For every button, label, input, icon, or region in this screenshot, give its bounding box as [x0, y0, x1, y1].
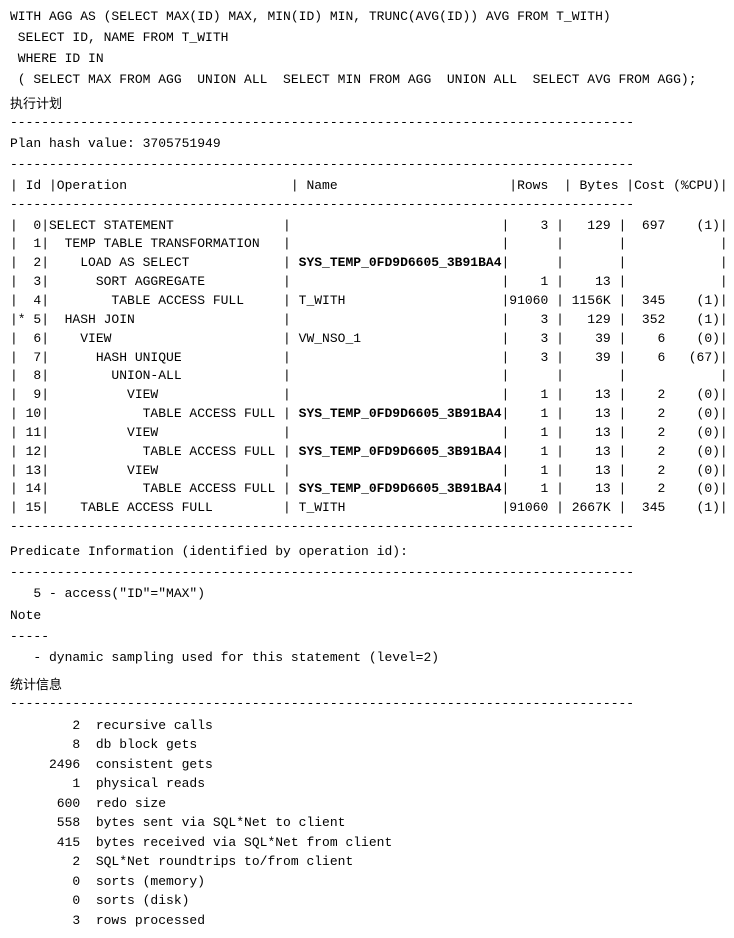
table-row: | 7| HASH UNIQUE | | 3 | 39 | 6 (67)|: [10, 349, 724, 368]
stats-block: 2 recursive calls 8 db block gets 2496 c…: [10, 716, 724, 931]
stat-item: 2496 consistent gets: [10, 755, 724, 775]
divider-top: ----------------------------------------…: [10, 114, 724, 133]
table-row: | 10| TABLE ACCESS FULL | SYS_TEMP_0FD9D…: [10, 405, 724, 424]
stat-item: 0 sorts (disk): [10, 891, 724, 911]
divider-1: ----------------------------------------…: [10, 156, 724, 175]
note-dashes: -----: [10, 628, 724, 647]
sql-line4: ( SELECT MAX FROM AGG UNION ALL SELECT M…: [10, 71, 724, 90]
sql-line3: WHERE ID IN: [10, 50, 724, 69]
note-title: Note: [10, 607, 724, 626]
table-row: | 15| TABLE ACCESS FULL | T_WITH |91060 …: [10, 499, 724, 518]
table-header: | Id |Operation | Name |Rows | Bytes |Co…: [10, 177, 724, 196]
stat-item: 8 db block gets: [10, 735, 724, 755]
sql-line2: SELECT ID, NAME FROM T_WITH: [10, 29, 724, 48]
table-row: | 12| TABLE ACCESS FULL | SYS_TEMP_0FD9D…: [10, 443, 724, 462]
table-row: | 9| VIEW | | 1 | 13 | 2 (0)|: [10, 386, 724, 405]
table-row: | 2| LOAD AS SELECT | SYS_TEMP_0FD9D6605…: [10, 254, 724, 273]
table-row: | 14| TABLE ACCESS FULL | SYS_TEMP_0FD9D…: [10, 480, 724, 499]
table-row: | 1| TEMP TABLE TRANSFORMATION | | | | |: [10, 235, 724, 254]
table-row: | 4| TABLE ACCESS FULL | T_WITH |91060 |…: [10, 292, 724, 311]
execution-plan-title: 执行计划: [10, 93, 724, 112]
stat-item: 2 SQL*Net roundtrips to/from client: [10, 852, 724, 872]
stat-item: 3 rows processed: [10, 911, 724, 931]
stats-title: 统计信息: [10, 674, 724, 693]
divider-2: ----------------------------------------…: [10, 196, 724, 215]
sql-line1: WITH AGG AS (SELECT MAX(ID) MAX, MIN(ID)…: [10, 8, 724, 27]
table-row: | 13| VIEW | | 1 | 13 | 2 (0)|: [10, 462, 724, 481]
plan-table-body: | 0|SELECT STATEMENT | | 3 | 129 | 697 (…: [10, 217, 724, 519]
stat-item: 558 bytes sent via SQL*Net to client: [10, 813, 724, 833]
table-row: | 11| VIEW | | 1 | 13 | 2 (0)|: [10, 424, 724, 443]
divider-3: ----------------------------------------…: [10, 518, 724, 537]
stat-item: 2 recursive calls: [10, 716, 724, 736]
table-row: | 8| UNION-ALL | | | | |: [10, 367, 724, 386]
predicate-title: Predicate Information (identified by ope…: [10, 543, 724, 562]
table-row: | 0|SELECT STATEMENT | | 3 | 129 | 697 (…: [10, 217, 724, 236]
stat-item: 415 bytes received via SQL*Net from clie…: [10, 833, 724, 853]
plan-hash: Plan hash value: 3705751949: [10, 135, 724, 154]
stat-item: 600 redo size: [10, 794, 724, 814]
divider-pred: ----------------------------------------…: [10, 564, 724, 583]
table-row: |* 5| HASH JOIN | | 3 | 129 | 352 (1)|: [10, 311, 724, 330]
predicate-content: 5 - access("ID"="MAX"): [10, 585, 724, 604]
stat-item: 1 physical reads: [10, 774, 724, 794]
table-row: | 3| SORT AGGREGATE | | 1 | 13 | |: [10, 273, 724, 292]
table-row: | 6| VIEW | VW_NSO_1 | 3 | 39 | 6 (0)|: [10, 330, 724, 349]
divider-stats: ----------------------------------------…: [10, 695, 724, 714]
stat-item: 0 sorts (memory): [10, 872, 724, 892]
sql-block: WITH AGG AS (SELECT MAX(ID) MAX, MIN(ID)…: [10, 8, 724, 89]
note-content: - dynamic sampling used for this stateme…: [10, 649, 724, 668]
